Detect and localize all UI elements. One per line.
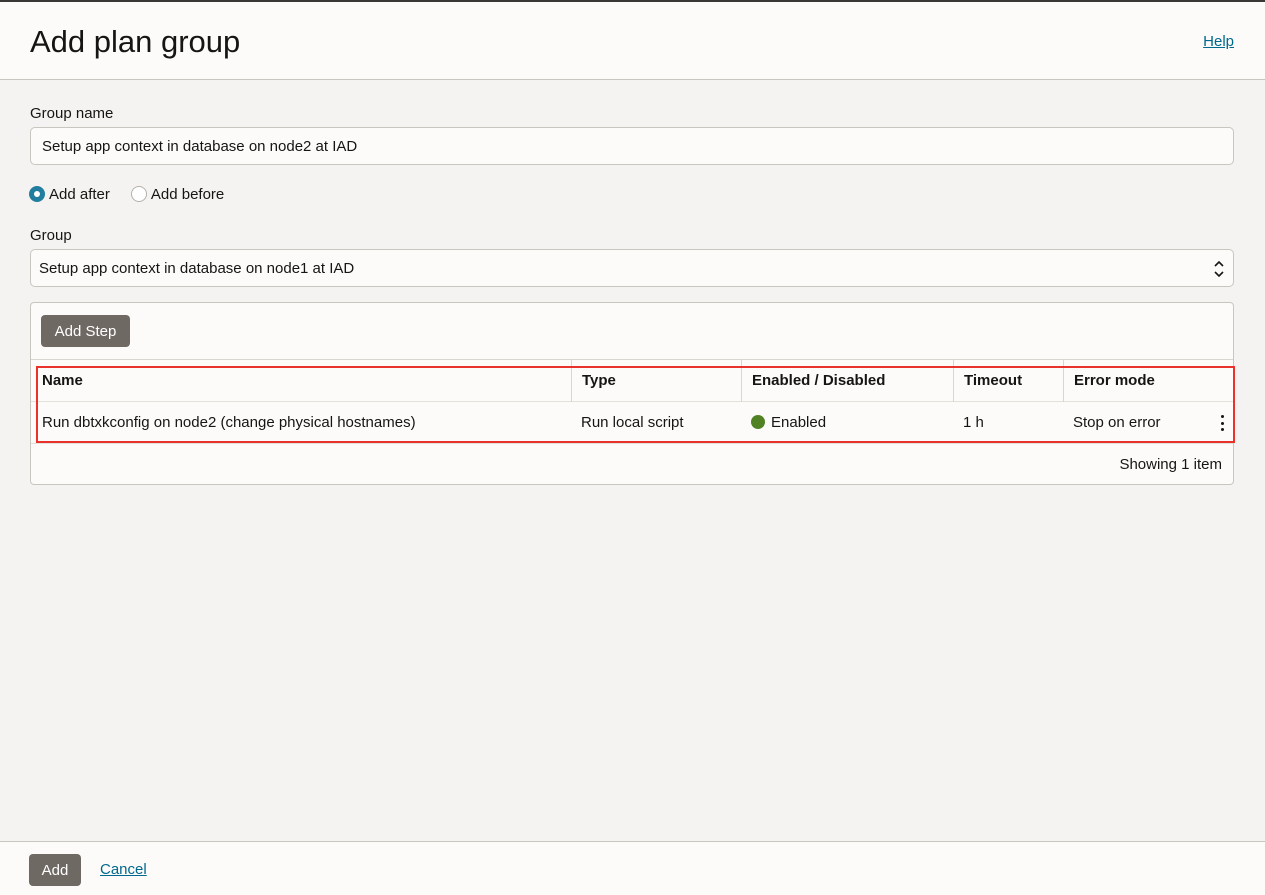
page-footer: Add Cancel (0, 841, 1265, 895)
position-radio-group: Add after Add before (29, 185, 224, 203)
add-after-radio[interactable]: Add after (29, 186, 110, 203)
column-header-type[interactable]: Type (571, 360, 741, 402)
step-status-label: Enabled (771, 414, 827, 431)
add-step-button[interactable]: Add Step (41, 315, 130, 347)
step-status: Enabled (741, 402, 953, 444)
column-header-timeout[interactable]: Timeout (953, 360, 1063, 402)
column-header-error-mode[interactable]: Error mode (1063, 360, 1233, 402)
page-header: Add plan group Help (0, 0, 1265, 80)
radio-selected-icon[interactable] (29, 186, 45, 202)
add-after-label: Add after (49, 185, 110, 203)
add-button[interactable]: Add (29, 854, 81, 886)
step-name: Run dbtxkconfig on node2 (change physica… (42, 414, 416, 431)
page-title: Add plan group (30, 24, 241, 59)
radio-unselected-icon[interactable] (130, 186, 147, 202)
group-select[interactable]: Setup app context in database on node1 a… (30, 249, 1234, 287)
group-label: Group (30, 227, 72, 244)
status-enabled-icon (751, 415, 765, 429)
column-header-name[interactable]: Name (32, 360, 571, 402)
row-actions-kebab-icon[interactable] (1212, 413, 1232, 433)
item-count: Showing 1 item (1119, 456, 1222, 473)
step-timeout: 1 h (963, 414, 984, 431)
step-type: Run local script (581, 414, 684, 431)
select-chevron-icon (1214, 260, 1224, 278)
group-name-input[interactable] (30, 127, 1234, 165)
steps-panel: Add Step Name Type Enabled / Disabled Ti… (30, 302, 1235, 485)
add-before-label: Add before (150, 185, 225, 203)
add-before-radio[interactable]: Add before (130, 185, 225, 203)
column-header-enabled[interactable]: Enabled / Disabled (741, 360, 953, 402)
group-select-value: Setup app context in database on node1 a… (39, 260, 355, 277)
table-row[interactable]: Run dbtxkconfig on node2 (change physica… (31, 402, 1233, 444)
step-error-mode: Stop on error (1073, 414, 1161, 431)
help-link[interactable]: Help (1203, 33, 1234, 50)
steps-table: Name Type Enabled / Disabled Timeout Err… (31, 359, 1233, 444)
cancel-link[interactable]: Cancel (100, 861, 147, 878)
table-header-row: Name Type Enabled / Disabled Timeout Err… (31, 360, 1233, 402)
group-name-label: Group name (30, 105, 114, 122)
